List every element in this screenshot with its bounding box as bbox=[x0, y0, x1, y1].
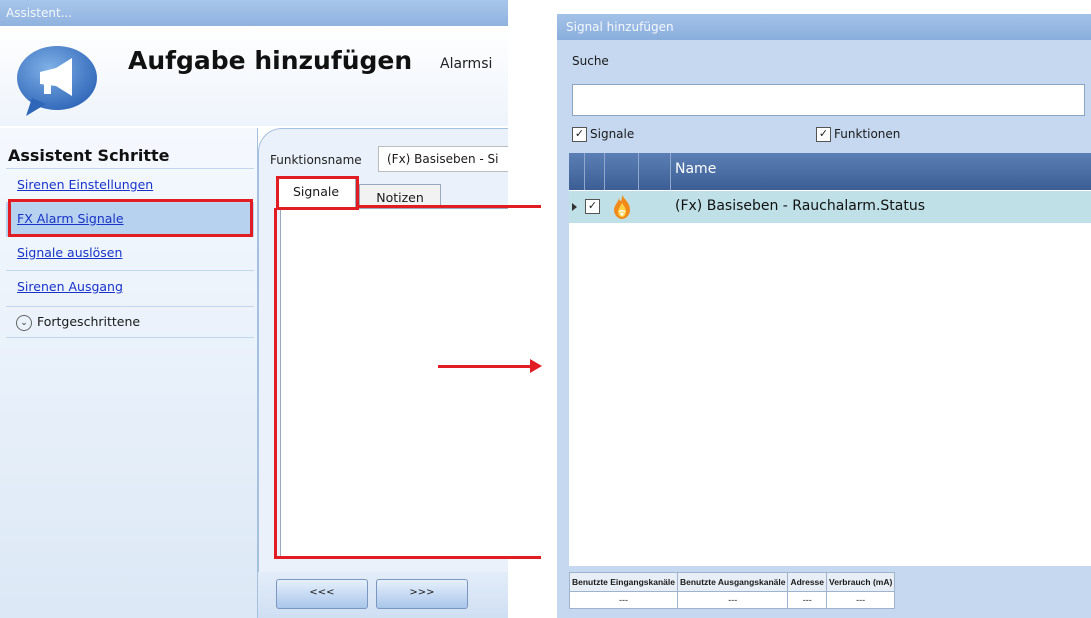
header-icon-col bbox=[605, 153, 639, 190]
dialog-title-bar: Signal hinzufügen bbox=[557, 14, 1091, 40]
header-check-col[interactable] bbox=[585, 153, 605, 190]
row-checkbox[interactable]: ✓ bbox=[585, 199, 600, 214]
step-label[interactable]: Sirenen Ausgang bbox=[17, 279, 123, 294]
page-title: Aufgabe hinzufügen bbox=[128, 46, 413, 75]
connector-line-bottom bbox=[274, 556, 541, 559]
stats-header-outputs: Benutzte Ausgangskanäle bbox=[676, 572, 789, 592]
function-name-field[interactable]: (Fx) Basiseben - Si bbox=[378, 146, 508, 172]
step-label[interactable]: Signale auslösen bbox=[17, 245, 122, 260]
fire-alarm-icon bbox=[614, 195, 630, 219]
stats-header-consumption: Verbrauch (mA) bbox=[826, 572, 896, 592]
search-label: Suche bbox=[572, 54, 609, 68]
advanced-expander[interactable]: ⌄ Fortgeschrittene bbox=[6, 306, 254, 338]
highlight-box-tab bbox=[276, 176, 359, 210]
channel-stats: Benutzte Eingangskanäle Benutzte Ausgang… bbox=[569, 572, 977, 609]
highlight-box-step bbox=[8, 199, 253, 237]
filter-signale[interactable]: ✓ Signale bbox=[572, 127, 634, 142]
stats-value-consumption: --- bbox=[826, 591, 896, 609]
step-label[interactable]: Sirenen Einstellungen bbox=[17, 177, 153, 192]
arrow-right-icon bbox=[530, 359, 542, 373]
filter-funktionen-label: Funktionen bbox=[834, 127, 901, 141]
stats-header-address: Adresse bbox=[787, 572, 828, 592]
back-button[interactable]: <<< bbox=[276, 579, 368, 609]
filter-signale-label: Signale bbox=[590, 127, 635, 141]
checkbox-signale[interactable]: ✓ bbox=[572, 127, 587, 142]
page-subtitle: Alarmsi bbox=[440, 56, 493, 72]
megaphone-icon bbox=[17, 46, 97, 116]
connector-line-top bbox=[356, 205, 541, 208]
checkbox-funktionen[interactable]: ✓ bbox=[816, 127, 831, 142]
step-signale-ausloesen[interactable]: Signale auslösen bbox=[6, 236, 254, 270]
stats-table: Benutzte Eingangskanäle Benutzte Ausgang… bbox=[569, 572, 896, 609]
assistant-title-bar: Assistent... bbox=[0, 0, 508, 26]
stats-header-inputs: Benutzte Eingangskanäle bbox=[569, 572, 678, 592]
assistant-window: Assistent... Aufgabe hinzufügen Alarmsi … bbox=[0, 0, 508, 618]
row-name: (Fx) Basiseben - Rauchalarm.Status bbox=[675, 198, 926, 214]
signal-dialog: Signal hinzufügen Suche ✓ Signale ✓ Funkti… bbox=[557, 14, 1091, 618]
grid-header: Name bbox=[569, 153, 1091, 190]
advanced-label: Fortgeschrittene bbox=[37, 314, 141, 329]
next-button[interactable]: >>> bbox=[376, 579, 468, 609]
steps-title: Assistent Schritte bbox=[8, 146, 170, 165]
arrow-shaft bbox=[438, 365, 532, 368]
function-name-label: Funktionsname bbox=[270, 153, 362, 167]
stats-value-inputs: --- bbox=[569, 591, 678, 609]
signal-grid: Name ✓ (Fx) Basiseben - Rauchalarm.Statu… bbox=[569, 153, 1091, 566]
header-indicator-col bbox=[569, 153, 585, 190]
step-sirenen-ausgang[interactable]: Sirenen Ausgang bbox=[6, 270, 254, 304]
search-input[interactable] bbox=[572, 84, 1085, 116]
column-header-name[interactable]: Name bbox=[675, 161, 716, 177]
stats-value-address: --- bbox=[787, 591, 828, 609]
chevron-down-icon[interactable]: ⌄ bbox=[16, 314, 32, 331]
table-row[interactable]: ✓ (Fx) Basiseben - Rauchalarm.Status bbox=[569, 191, 1091, 223]
signals-tab-content bbox=[280, 208, 508, 558]
filter-funktionen[interactable]: ✓ Funktionen bbox=[816, 127, 900, 142]
stats-value-outputs: --- bbox=[676, 591, 789, 609]
header-blank-col bbox=[639, 153, 671, 190]
connector-line-left bbox=[274, 208, 277, 559]
step-sirenen-einstellungen[interactable]: Sirenen Einstellungen bbox=[6, 168, 254, 202]
row-indicator-icon bbox=[572, 203, 577, 211]
